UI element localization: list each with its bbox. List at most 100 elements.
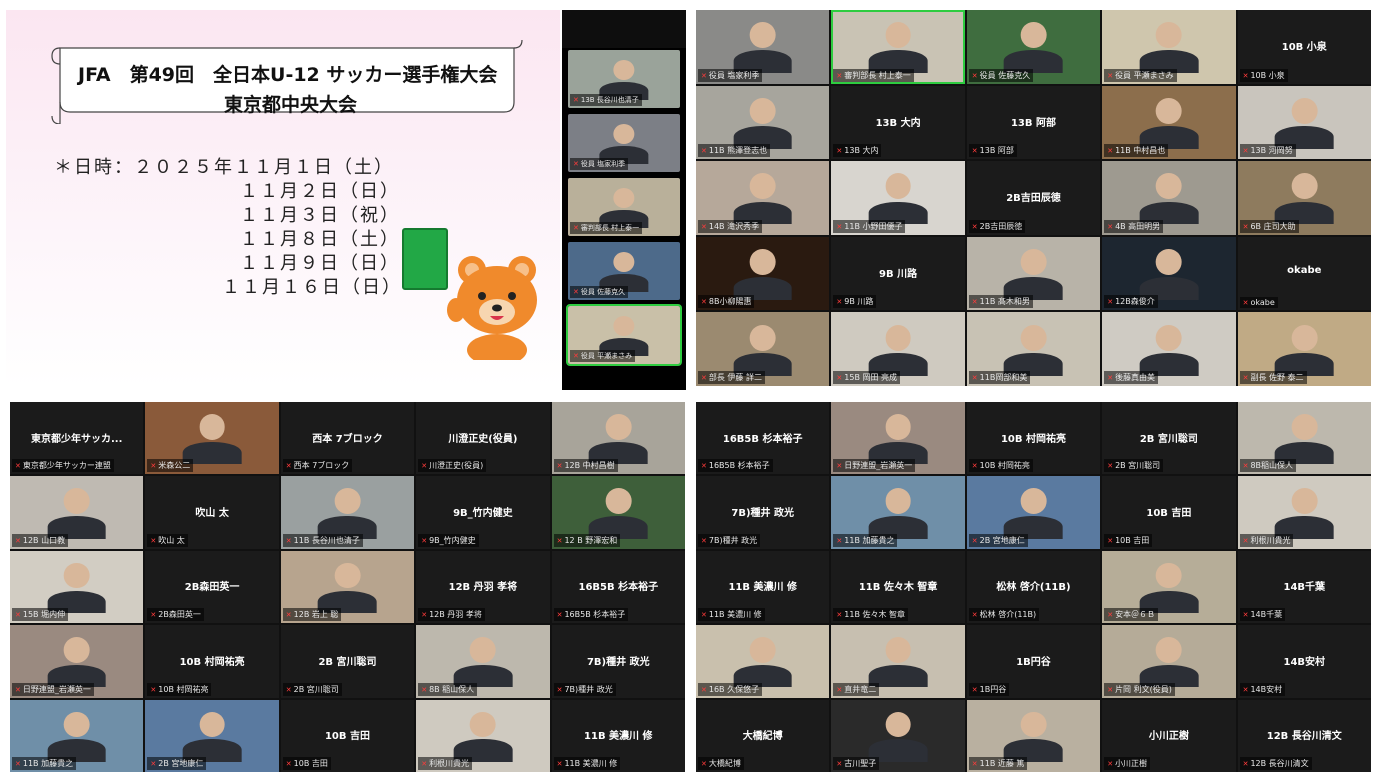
participant-tile[interactable]: ✕ 利根川貴光 <box>1237 476 1371 549</box>
participant-tile[interactable]: 大橋紀博 ✕ 大橋紀博 <box>696 699 830 772</box>
strip-participant-tile[interactable]: ✕ 審判部長 村上泰一 <box>568 178 680 236</box>
participant-tile[interactable]: 11B 佐々木 智章 ✕ 11B 佐々木 智章 <box>831 550 965 624</box>
participant-tile[interactable]: okabe ✕ okabe <box>1237 236 1371 311</box>
participant-tile[interactable]: 16B5B 杉本裕子 ✕ 16B5B 杉本裕子 <box>696 402 830 475</box>
participant-tile[interactable]: 吹山 太 ✕ 吹山 太 <box>145 476 279 549</box>
participant-tile[interactable]: 2B 宮川聡司 ✕ 2B 宮川聡司 <box>1102 402 1236 475</box>
participant-tile[interactable]: 1B円谷 ✕ 1B円谷 <box>966 625 1101 698</box>
participant-tile[interactable]: 14B千葉 ✕ 14B千葉 <box>1237 550 1371 624</box>
participant-name: 西本 7ブロック <box>293 461 350 471</box>
participant-name: 8B稲山保人 <box>1250 461 1294 471</box>
participant-tile[interactable]: 14B安村 ✕ 14B安村 <box>1237 625 1371 698</box>
participant-tile[interactable]: 川澄正史(役員) ✕ 川澄正史(役員) <box>416 402 550 475</box>
speaker-strip[interactable]: ✕ 13B 長谷川也清子 ✕ 役員 塩家利季 ✕ 審判部長 村上泰一 ✕ 役員 佐藤克久 ✕ 役員… <box>562 10 686 390</box>
muted-mic-icon: ✕ <box>1107 71 1114 80</box>
participant-tile[interactable]: 11B 美濃川 修 ✕ 11B 美濃川 修 <box>696 550 830 624</box>
participant-tile[interactable]: ✕ 米森公二 <box>145 402 279 475</box>
participant-tile[interactable]: ✕ 11B 加藤貴之 <box>831 476 965 549</box>
participant-tile[interactable]: ✕ 11B 髙木和男 <box>966 236 1101 311</box>
participant-tile[interactable]: ✕ 12 B 野澤宏和 <box>551 476 685 549</box>
participant-tile[interactable]: 2B森田英一 ✕ 2B森田英一 <box>145 550 279 624</box>
participant-video <box>47 708 107 762</box>
participant-tile[interactable]: ✕ 片岡 利文(役員) <box>1102 625 1236 698</box>
participant-tile[interactable]: ✕ 直井竜二 <box>831 625 965 698</box>
participant-name-label: ✕ 12B森俊介 <box>1104 295 1158 309</box>
participant-tile[interactable]: ✕ 13B 河岡努 <box>1237 85 1371 160</box>
participant-name-label: ✕ 11B 加藤貴之 <box>833 533 898 547</box>
participant-tile[interactable]: 13B 大内 ✕ 13B 大内 <box>831 85 965 160</box>
participant-tile[interactable]: ✕ 8B稲山保人 <box>1237 402 1371 475</box>
participant-tile[interactable]: ✕ 役員 塩家利季 <box>696 10 830 84</box>
participant-tile[interactable]: ✕ 役員 佐藤克久 <box>966 10 1101 84</box>
participant-tile[interactable]: ✕ 2B 宮地康仁 <box>145 699 279 772</box>
participant-tile[interactable]: 松林 啓介(11B) ✕ 松林 啓介(11B) <box>966 550 1101 624</box>
participant-tile[interactable]: ✕ 役員 平瀬まさみ <box>1102 10 1236 84</box>
participant-name: 役員 塩家利季 <box>708 70 760 80</box>
participant-tile[interactable]: 9B 川路 ✕ 9B 川路 <box>831 236 965 311</box>
participant-tile[interactable]: 10B 小泉 ✕ 10B 小泉 <box>1237 10 1371 84</box>
participant-name-label: ✕ 役員 佐藤克久 <box>570 286 629 298</box>
participant-name: 日野連盟_岩瀬英一 <box>22 684 91 694</box>
participant-tile[interactable]: ✕ 16B 久保悠子 <box>696 625 830 698</box>
participant-tile[interactable]: ✕ 2B 宮地康仁 <box>966 476 1101 549</box>
participant-name: 2B 宮川聡司 <box>293 684 339 694</box>
participant-tile[interactable]: ✕ 11B 近藤 篤 <box>966 699 1101 772</box>
participant-tile[interactable]: 7B)種井 政光 ✕ 7B)種井 政光 <box>551 625 685 698</box>
participant-tile[interactable]: ✕ 利根川貴光 <box>416 699 550 772</box>
participant-tile[interactable]: ✕ 12B 岩上 聡 <box>280 550 415 624</box>
participant-tile[interactable]: ✕ 12B 中村昌樹 <box>551 402 685 475</box>
strip-participant-tile[interactable]: ✕ 13B 長谷川也清子 <box>568 50 680 108</box>
participant-tile[interactable]: ✕ 11B 中村昌也 <box>1102 85 1236 160</box>
participant-tile[interactable]: ✕ 日野連盟_岩瀬英一 <box>831 402 965 475</box>
participant-tile[interactable]: ✕ 11B 小野田優子 <box>831 161 965 235</box>
participant-tile[interactable]: 小川正樹 ✕ 小川正樹 <box>1102 699 1236 772</box>
muted-mic-icon: ✕ <box>1242 462 1249 471</box>
strip-participant-tile[interactable]: ✕ 役員 塩家利季 <box>568 114 680 172</box>
participant-tile[interactable]: ✕ 後藤真由美 <box>1102 312 1236 386</box>
participant-tile[interactable]: ✕ 15B 岡田 亮成 <box>831 312 965 386</box>
participant-tile[interactable]: ✕ 15B 堀内伸 <box>10 550 144 624</box>
participant-tile[interactable]: 11B 美濃川 修 ✕ 11B 美濃川 修 <box>551 699 685 772</box>
participant-tile[interactable]: 10B 村岡祐亮 ✕ 10B 村岡祐亮 <box>145 625 279 698</box>
participant-tile[interactable]: ✕ 4B 高田明男 <box>1102 161 1236 235</box>
participant-tile[interactable]: ✕ 11B 長谷川也清子 <box>280 476 415 549</box>
participant-tile[interactable]: ✕ 安本＠６Ｂ <box>1102 550 1236 624</box>
participant-tile[interactable]: ✕ 8B 稲山保人 <box>416 625 550 698</box>
participant-video <box>1139 321 1199 376</box>
participant-tile[interactable]: 16B5B 杉本裕子 ✕ 16B5B 杉本裕子 <box>551 550 685 624</box>
participant-tile[interactable]: ✕ 11B 加藤貴之 <box>10 699 144 772</box>
strip-participant-tile[interactable]: ✕ 役員 佐藤克久 <box>568 242 680 300</box>
muted-mic-icon: ✕ <box>836 71 843 80</box>
participant-name-label: ✕ 4B 高田明男 <box>1104 219 1164 233</box>
participant-tile[interactable]: ✕ 12B森俊介 <box>1102 236 1236 311</box>
participant-tile[interactable]: 12B 長谷川清文 ✕ 12B 長谷川清文 <box>1237 699 1371 772</box>
participant-tile[interactable]: 10B 村岡祐亮 ✕ 10B 村岡祐亮 <box>966 402 1101 475</box>
participant-tile[interactable]: ✕ 8B小柳陽惠 <box>696 236 830 311</box>
participant-tile[interactable]: 7B)種井 政光 ✕ 7B)種井 政光 <box>696 476 830 549</box>
participant-tile[interactable]: ✕ 11B岡部和美 <box>966 312 1101 386</box>
participant-tile[interactable]: 2B吉田辰徳 ✕ 2B吉田辰徳 <box>966 161 1101 235</box>
strip-participant-tile[interactable]: ✕ 役員 平瀬まさみ <box>566 304 682 366</box>
participant-tile[interactable]: 10B 吉田 ✕ 10B 吉田 <box>1102 476 1236 549</box>
participant-tile[interactable]: ✕ 6B 庄司大助 <box>1237 161 1371 235</box>
participant-tile[interactable]: 東京都少年サッカ... ✕ 東京都少年サッカー連盟 <box>10 402 144 475</box>
participant-tile[interactable]: 12B 丹羽 孝将 ✕ 12B 丹羽 孝将 <box>416 550 550 624</box>
participant-tile[interactable]: 西本 7ブロック ✕ 西本 7ブロック <box>280 402 415 475</box>
participant-tile[interactable]: 10B 吉田 ✕ 10B 吉田 <box>280 699 415 772</box>
participant-tile[interactable]: ✕ 14B 滝沢秀季 <box>696 161 830 235</box>
participant-name-label: ✕ 副長 佐野 泰二 <box>1239 370 1307 384</box>
participant-name: 米森公二 <box>158 461 191 471</box>
participant-tile[interactable]: ✕ 日野連盟_岩瀬英一 <box>10 625 144 698</box>
participant-name: 2B森田英一 <box>158 610 201 620</box>
participant-tile[interactable]: 13B 阿部 ✕ 13B 阿部 <box>966 85 1101 160</box>
participant-tile[interactable]: 2B 宮川聡司 ✕ 2B 宮川聡司 <box>280 625 415 698</box>
participant-tile[interactable]: ✕ 11B 熊澤登志也 <box>696 85 830 160</box>
participant-tile[interactable]: ✕ 副長 佐野 泰二 <box>1237 312 1371 386</box>
participant-tile[interactable]: ✕ 古川聖子 <box>831 699 965 772</box>
participant-name-label: ✕ 片岡 利文(役員) <box>1104 682 1175 696</box>
participant-tile[interactable]: ✕ 12B 山口教 <box>10 476 144 549</box>
participant-tile[interactable]: ✕ 部長 伊藤 詳二 <box>696 312 830 386</box>
participant-display-name: okabe <box>1287 264 1322 276</box>
participant-tile[interactable]: ✕ 審判部長 村上泰一 <box>831 10 965 84</box>
participant-tile[interactable]: 9B_竹内健史 ✕ 9B_竹内健史 <box>416 476 550 549</box>
